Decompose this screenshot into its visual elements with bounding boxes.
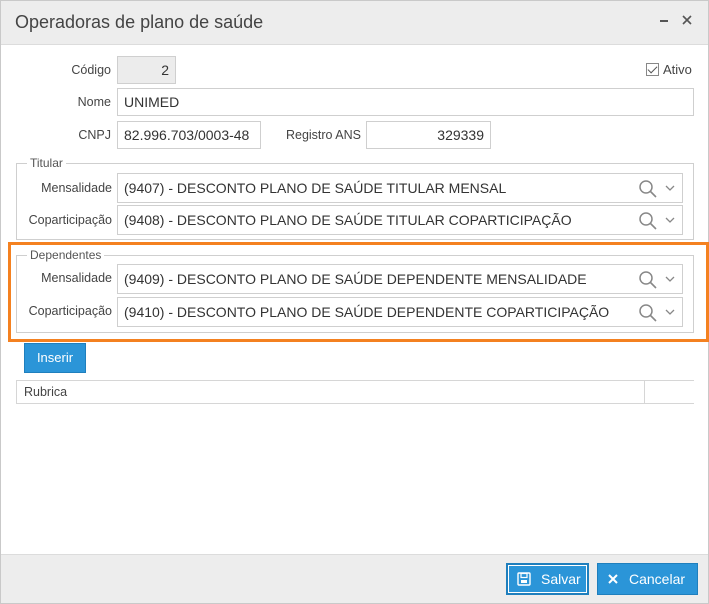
titular-mensalidade-label: Mensalidade [41,181,112,195]
search-icon[interactable] [638,303,658,323]
inserir-button[interactable]: Inserir [24,343,86,373]
registro-ans-field[interactable]: 329339 [366,121,491,149]
chevron-down-icon[interactable] [664,306,676,318]
ativo-label: Ativo [663,61,692,77]
nome-field[interactable]: UNIMED [117,88,694,116]
ativo-checkbox[interactable]: Ativo [646,61,692,77]
titular-mensalidade-combo[interactable]: (9407) - DESCONTO PLANO DE SAÚDE TITULAR… [117,173,683,203]
search-icon[interactable] [638,270,658,290]
checkbox-checked-icon[interactable] [646,62,659,76]
codigo-field: 2 [117,56,176,84]
titular-mensalidade-value: (9407) - DESCONTO PLANO DE SAÚDE TITULAR… [124,180,507,196]
close-icon[interactable] [679,13,695,31]
search-icon[interactable] [638,211,658,231]
cnpj-field[interactable]: 82.996.703/0003-48 [117,121,261,149]
chevron-down-icon[interactable] [664,273,676,285]
registro-ans-label: Registro ANS [285,128,361,142]
cancel-button[interactable]: Cancelar [597,563,698,595]
save-button[interactable]: Salvar [506,563,589,595]
dependentes-mensalidade-label: Mensalidade [41,271,112,285]
grid-column-header[interactable]: Rubrica [17,381,67,403]
dependentes-coparticipacao-value: (9410) - DESCONTO PLANO DE SAÚDE DEPENDE… [124,304,610,320]
codigo-label: Código [71,63,111,77]
dependentes-mensalidade-value: (9409) - DESCONTO PLANO DE SAÚDE DEPENDE… [124,271,587,287]
dependentes-legend: Dependentes [27,248,105,262]
floppy-disk-icon [517,572,531,586]
minimize-icon[interactable] [656,13,672,31]
dialog-footer: Salvar Cancelar [1,554,708,603]
rubrica-grid-header: Rubrica [16,380,694,404]
save-button-label: Salvar [541,571,581,587]
dialog-window: Operadoras de plano de saúde Código 2 At… [0,0,709,604]
dependentes-mensalidade-combo[interactable]: (9409) - DESCONTO PLANO DE SAÚDE DEPENDE… [117,264,683,294]
titular-coparticipacao-value: (9408) - DESCONTO PLANO DE SAÚDE TITULAR… [124,212,572,228]
titular-coparticipacao-combo[interactable]: (9408) - DESCONTO PLANO DE SAÚDE TITULAR… [117,205,683,235]
dialog-title: Operadoras de plano de saúde [15,12,264,32]
title-bar: Operadoras de plano de saúde [1,1,708,45]
search-icon[interactable] [638,179,658,199]
titular-coparticipacao-label: Coparticipação [28,213,112,227]
dependentes-coparticipacao-label: Coparticipação [28,304,112,318]
cnpj-label: CNPJ [78,128,111,142]
chevron-down-icon[interactable] [664,214,676,226]
cancel-button-label: Cancelar [629,571,686,587]
titular-legend: Titular [27,156,66,170]
chevron-down-icon[interactable] [664,182,676,194]
dependentes-coparticipacao-combo[interactable]: (9410) - DESCONTO PLANO DE SAÚDE DEPENDE… [117,297,683,327]
nome-label: Nome [77,95,111,109]
grid-column-header[interactable] [645,381,652,403]
close-icon [608,574,618,584]
